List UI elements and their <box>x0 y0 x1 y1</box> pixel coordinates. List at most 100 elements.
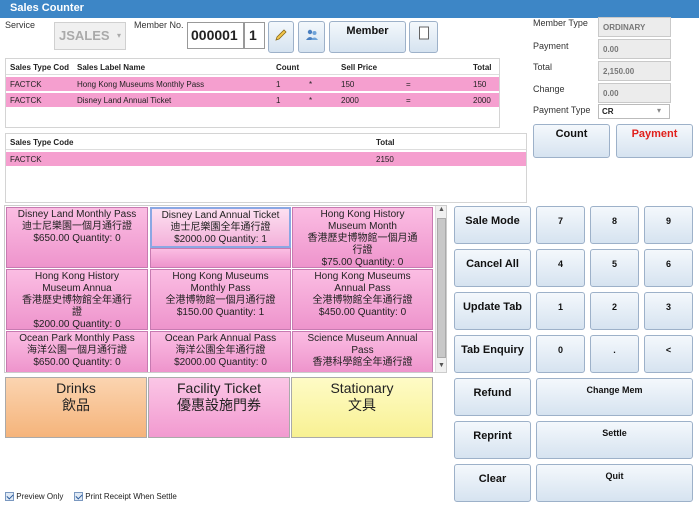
product-name: Hong Kong Museums <box>172 271 269 282</box>
pencil-icon <box>275 29 287 41</box>
quit-button[interactable]: Quit <box>536 464 693 502</box>
cell-total: 2000 <box>473 96 491 105</box>
count-button[interactable]: Count <box>533 124 610 158</box>
keypad-2[interactable]: 2 <box>590 292 639 330</box>
product-tile[interactable]: Ocean Park Annual Pass 海洋公園全年通行證 $2000.0… <box>150 331 291 372</box>
service-label: Service <box>5 20 36 30</box>
print-receipt-checkbox[interactable] <box>74 492 83 502</box>
product-tile[interactable]: Hong Kong Museums Annual Pass 全港博物館全年通行證… <box>292 269 433 330</box>
product-tile-selected[interactable]: Disney Land Annual Ticket 迪士尼樂園全年通行證 $20… <box>150 207 291 248</box>
product-name: Hong Kong History <box>35 271 119 282</box>
scroll-up-icon[interactable]: ▲ <box>438 206 445 213</box>
category-facility-ticket[interactable]: Facility Ticket 優惠設施門券 <box>148 377 290 438</box>
column-header: Total <box>376 138 395 147</box>
keypad-8[interactable]: 8 <box>590 206 639 244</box>
product-name: Hong Kong Museums <box>314 271 411 282</box>
cell-total: 150 <box>473 80 487 89</box>
table-header: Sales Type Cod Sales Label Name Count Se… <box>6 59 499 75</box>
change-mem-button[interactable]: Change Mem <box>536 378 693 416</box>
payment-type-value: CR <box>602 107 614 116</box>
clear-button[interactable]: Clear <box>454 464 531 502</box>
category-drinks[interactable]: Drinks 飲品 <box>5 377 147 438</box>
tab-enquiry-button[interactable]: Tab Enquiry <box>454 335 531 373</box>
product-price-qty: $650.00 Quantity: 0 <box>33 233 121 244</box>
refund-button[interactable]: Refund <box>454 378 531 416</box>
table-row[interactable]: FACTCK Hong Kong Museums Monthly Pass 1 … <box>6 77 499 92</box>
total-label: Total <box>533 62 553 72</box>
keypad-6[interactable]: 6 <box>644 249 693 287</box>
product-price-qty: $200.00 Quantity: 0 <box>33 319 121 330</box>
lookup-member-button[interactable] <box>298 21 325 53</box>
print-receipt-option[interactable]: Print Receipt When Settle <box>74 492 177 502</box>
change-label: Change <box>533 84 565 94</box>
keypad-7[interactable]: 7 <box>536 206 585 244</box>
product-name: Annual Pass <box>334 283 391 294</box>
product-tile[interactable]: Hong Kong History Museum Month 香港歷史博物館一個… <box>292 207 433 268</box>
product-price-qty: $2000.00 Quantity: 0 <box>174 357 267 368</box>
keypad-dot[interactable]: . <box>590 335 639 373</box>
product-name-zh: 行證 <box>352 245 373 256</box>
table-row[interactable]: FACTCK 2150 <box>6 152 526 167</box>
keypad-9[interactable]: 9 <box>644 206 693 244</box>
cell-equals: = <box>406 96 411 105</box>
column-header: Sales Type Cod <box>10 63 69 72</box>
reprint-button[interactable]: Reprint <box>454 421 531 459</box>
scrollbar-thumb[interactable] <box>437 218 446 358</box>
product-name-zh: 海洋公園一個月通行證 <box>27 345 127 356</box>
preview-only-checkbox[interactable] <box>5 492 14 502</box>
product-name: Ocean Park Annual Pass <box>164 333 277 344</box>
preview-only-option[interactable]: Preview Only <box>5 492 63 502</box>
product-name-zh: 全港博物館全年通行證 <box>312 295 413 306</box>
edit-member-button[interactable] <box>268 21 294 53</box>
scroll-down-icon[interactable]: ▼ <box>438 362 445 369</box>
cell-equals: = <box>406 80 411 89</box>
people-icon <box>305 29 318 40</box>
settle-button[interactable]: Settle <box>536 421 693 459</box>
product-price-qty: $150.00 Quantity: 1 <box>176 307 265 318</box>
product-name: Science Museum Annual <box>307 333 418 344</box>
product-tile[interactable]: Hong Kong History Museum Annua 香港歷史博物館全年… <box>6 269 148 330</box>
cell-label: Hong Kong Museums Monthly Pass <box>77 80 205 89</box>
payment-button[interactable]: Payment <box>616 124 693 158</box>
product-grid-scrollbar[interactable]: ▲ ▼ <box>435 206 446 372</box>
category-stationary[interactable]: Stationary 文具 <box>291 377 433 438</box>
clear-member-button[interactable] <box>409 21 438 53</box>
document-icon <box>418 26 429 40</box>
member-no-suffix-input[interactable]: 1 <box>244 22 265 49</box>
cell-label: Disney Land Annual Ticket <box>77 96 172 105</box>
product-tile[interactable]: Hong Kong Museums Monthly Pass 全港博物館一個月通… <box>150 269 291 330</box>
cell-code: FACTCK <box>10 80 42 89</box>
product-name: Ocean Park Monthly Pass <box>19 333 135 344</box>
keypad-4[interactable]: 4 <box>536 249 585 287</box>
member-button[interactable]: Member <box>329 21 406 53</box>
keypad-5[interactable]: 5 <box>590 249 639 287</box>
cancel-all-button[interactable]: Cancel All <box>454 249 531 287</box>
keypad-1[interactable]: 1 <box>536 292 585 330</box>
cell-price: 150 <box>341 80 355 89</box>
product-tile[interactable]: Ocean Park Monthly Pass 海洋公園一個月通行證 $650.… <box>6 331 148 372</box>
column-header: Sell Price <box>341 63 378 72</box>
cell-code: FACTCK <box>10 155 42 164</box>
product-tile[interactable]: Science Museum Annual Pass 香港科學館全年通行證 <box>292 331 433 372</box>
service-select[interactable]: JSALES ▾ <box>54 22 126 50</box>
member-no-label: Member No. <box>134 20 184 30</box>
category-name-zh: 優惠設施門券 <box>177 397 261 413</box>
product-name-zh: 香港歷史博物館全年通行 <box>22 295 132 306</box>
column-header: Sales Label Name <box>77 63 146 72</box>
product-price-qty: $450.00 Quantity: 0 <box>318 307 407 318</box>
update-tab-button[interactable]: Update Tab <box>454 292 531 330</box>
payment-type-select[interactable]: CR ▾ <box>598 104 670 119</box>
keypad-0[interactable]: 0 <box>536 335 585 373</box>
sale-mode-button[interactable]: Sale Mode <box>454 206 531 244</box>
table-row[interactable]: FACTCK Disney Land Annual Ticket 1 * 200… <box>6 93 499 108</box>
member-no-input[interactable]: 000001 <box>187 22 244 49</box>
print-receipt-label: Print Receipt When Settle <box>85 492 177 501</box>
column-header: Count <box>276 63 300 72</box>
product-name-zh: 海洋公園全年通行證 <box>175 345 266 356</box>
product-name: Monthly Pass <box>190 283 251 294</box>
keypad-3[interactable]: 3 <box>644 292 693 330</box>
member-type-field: ORDINARY <box>598 17 671 37</box>
keypad-backspace[interactable]: < <box>644 335 693 373</box>
product-tile[interactable]: Disney Land Monthly Pass 迪士尼樂園一個月通行證 $65… <box>6 207 148 268</box>
product-name: Museum Annua <box>42 283 112 294</box>
